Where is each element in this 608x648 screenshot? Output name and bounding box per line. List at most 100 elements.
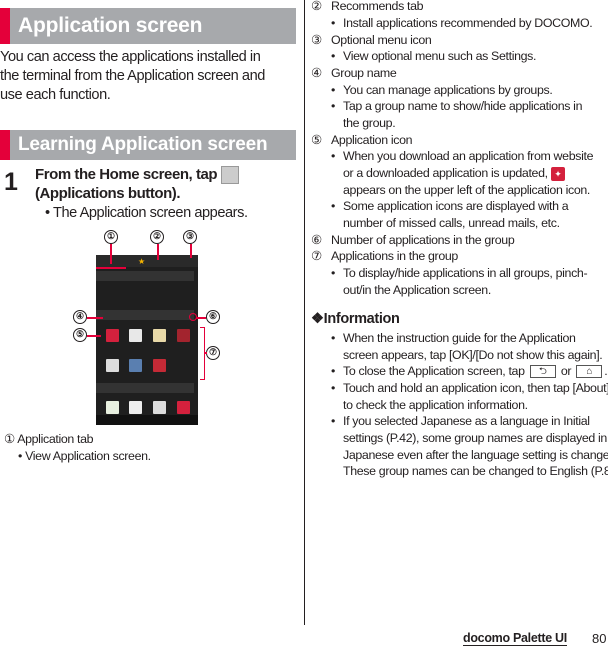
item-text: Japanese even after the language setting…: [343, 448, 608, 462]
item-text: These group names can be changed to Engl…: [343, 464, 608, 478]
callout-line: [190, 244, 192, 258]
bullet-item: • To display/hide applications in all gro…: [331, 265, 588, 281]
item-text: When the instruction guide for the Appli…: [343, 331, 576, 345]
item-text: Some application icons are displayed wit…: [343, 199, 569, 213]
step-text: From the Home screen, tap: [35, 165, 239, 185]
callout-line: [87, 335, 101, 337]
column-divider: [304, 0, 305, 625]
marker: •: [331, 364, 335, 378]
section-header-text: Application screen: [18, 14, 203, 37]
app-icon: [106, 329, 119, 342]
marker: •: [331, 83, 335, 97]
callout-line: [205, 352, 207, 354]
continuation-line: These group names can be changed to Engl…: [343, 463, 608, 479]
numbered-item: ② Recommends tab: [311, 0, 424, 14]
subsection-header-text: Learning Application screen: [18, 134, 268, 155]
app-icon: [177, 329, 190, 342]
item-text: Touch and hold an application icon, then…: [343, 381, 608, 395]
applications-button-icon: [220, 166, 239, 185]
home-key-icon: ⌂: [576, 365, 603, 379]
intro-line: use each function.: [0, 87, 111, 103]
bullet-item: • When the instruction guide for the Appl…: [331, 330, 576, 346]
item-text: or a downloaded application is updated,: [343, 166, 548, 180]
continuation-line: Japanese even after the language setting…: [343, 447, 608, 463]
item-text: To close the Application screen, tap: [343, 364, 525, 378]
app-icon: [153, 359, 166, 372]
marker: ⑦: [311, 249, 322, 263]
continuation-line: settings (P.42), some group names are di…: [343, 430, 607, 446]
callout-line: [110, 244, 112, 264]
intro-line: You can access the applications installe…: [0, 49, 261, 65]
star-icon: ★: [138, 257, 146, 266]
app-icon: [129, 401, 142, 414]
marker: ⑤: [311, 133, 322, 147]
application-screen-image: ★: [96, 255, 198, 425]
marker: ②: [311, 0, 322, 13]
bullet-item: • View optional menu such as Settings.: [331, 48, 536, 64]
callout-6: ⑥: [206, 310, 220, 324]
group-header: [96, 271, 194, 281]
marker: •: [331, 331, 335, 345]
item-text: Applications in the group: [331, 249, 458, 263]
continuation-line: to check the application information.: [343, 397, 528, 413]
item-text: out/in the Application screen.: [343, 283, 491, 297]
app-icon: [106, 401, 119, 414]
app-icon: [153, 329, 166, 342]
continuation-line: the group.: [343, 115, 396, 131]
bullet-item: • Some application icons are displayed wi…: [331, 198, 569, 214]
item-text: Group name: [331, 66, 397, 80]
step-text-2: (Applications button).: [35, 185, 181, 202]
item-text: Number of applications in the group: [331, 233, 515, 247]
item-text: Tap a group name to show/hide applicatio…: [343, 99, 583, 113]
item-text: Application icon: [331, 133, 413, 147]
item-text: Install applications recommended by DOCO…: [343, 16, 593, 30]
continuation-line: appears on the upper left of the applica…: [343, 182, 590, 198]
marker: •: [331, 49, 335, 63]
continuation-line: out/in the Application screen.: [343, 282, 491, 298]
item-text: the group.: [343, 116, 396, 130]
item-text: appears on the upper left of the applica…: [343, 183, 591, 197]
numbered-item: ③ Optional menu icon: [311, 32, 432, 48]
intro-line: the terminal from the Application screen…: [0, 68, 265, 84]
item-text: If you selected Japanese as a language i…: [343, 414, 590, 428]
updated-badge-icon: ✦: [550, 166, 565, 181]
app-icon: [153, 401, 166, 414]
numbered-item: ⑤ Application icon: [311, 132, 413, 148]
or-text: or: [560, 364, 572, 378]
item-text: To display/hide applications in all grou…: [343, 266, 588, 280]
marker: •: [331, 199, 335, 213]
continuation-line: screen appears, tap [OK]/[Do not show th…: [343, 347, 603, 363]
step-number: 1: [4, 168, 18, 196]
item-text: View optional menu such as Settings.: [343, 49, 537, 63]
continuation-line: number of missed calls, unread mails, et…: [343, 215, 560, 231]
step-bullet: • The Application screen appears.: [45, 205, 248, 221]
app-icon: [129, 329, 142, 342]
active-tab-indicator: [96, 267, 126, 269]
app-icon: [129, 359, 142, 372]
item-text: Recommends tab: [331, 0, 424, 13]
callout-4: ④: [73, 310, 87, 324]
numbered-item: ④ Group name: [311, 65, 397, 81]
footer-title: docomo Palette UI: [463, 631, 567, 646]
bullet-item: • If you selected Japanese as a language …: [331, 413, 590, 429]
callout-line: [87, 317, 103, 319]
item-text: When you download an application from we…: [343, 149, 594, 163]
marker: •: [331, 266, 335, 280]
bullet-item: • When you download an application from w…: [331, 148, 593, 164]
item-text: screen appears, tap [OK]/[Do not show th…: [343, 348, 603, 362]
item-text: Optional menu icon: [331, 33, 432, 47]
marker: •: [331, 414, 335, 428]
bullet-item: • You can manage applications by groups.: [331, 82, 553, 98]
marker: ③: [311, 33, 322, 47]
callout-1: ①: [104, 230, 118, 244]
callout-2: ②: [150, 230, 164, 244]
group-header: [96, 310, 194, 320]
period: .: [604, 364, 608, 378]
marker: •: [331, 149, 335, 163]
bullet-item: • Install applications recommended by DOC…: [331, 15, 593, 31]
nav-bar: [96, 415, 198, 425]
continuation-line: or a downloaded application is updated, …: [343, 165, 565, 181]
subsection-header: Learning Application screen: [0, 130, 296, 160]
item-text: to check the application information.: [343, 398, 528, 412]
callout-7: ⑦: [206, 346, 220, 360]
